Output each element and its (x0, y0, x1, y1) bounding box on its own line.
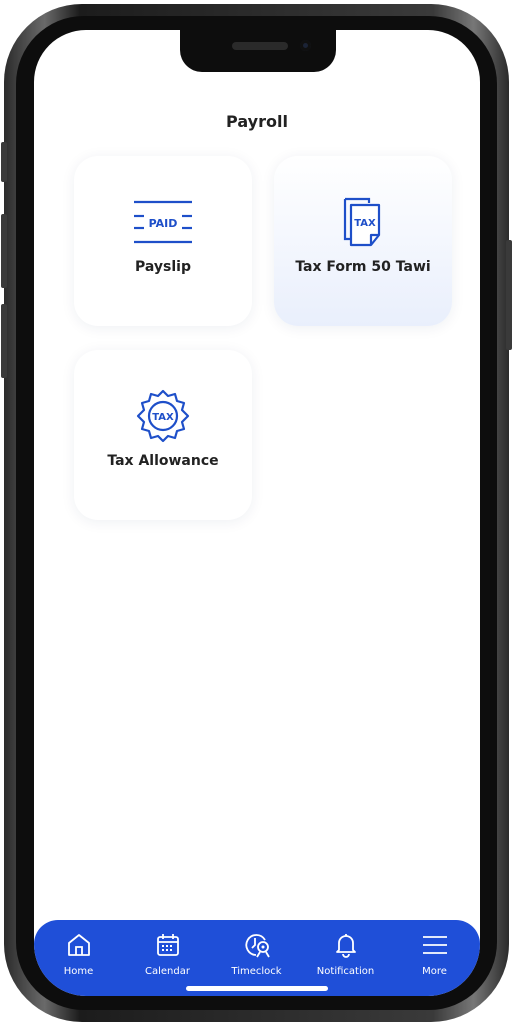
notch (180, 30, 336, 72)
nav-label-calendar: Calendar (145, 966, 190, 977)
home-icon (34, 928, 123, 962)
nav-item-calendar[interactable]: Calendar (123, 928, 212, 988)
tax-allowance-label: Tax Allowance (107, 453, 219, 469)
nav-item-timeclock[interactable]: Timeclock (212, 928, 301, 988)
tax-badge-icon: TAX (74, 388, 252, 444)
front-camera (300, 40, 311, 51)
tax-form-icon-text: TAX (354, 218, 376, 229)
bell-icon (301, 928, 390, 962)
tax-form-50-tawi-card[interactable]: TAX Tax Form 50 Tawi (274, 156, 452, 326)
calendar-icon (123, 928, 212, 962)
side-button-silent (1, 142, 7, 182)
tax-allowance-card[interactable]: TAX Tax Allowance (74, 350, 252, 520)
speaker-grille (232, 42, 288, 50)
tax-form-50-tawi-label: Tax Form 50 Tawi (295, 259, 431, 275)
app-screen: Payroll PAID Payslip TAX Tax Form 50 Taw… (34, 30, 480, 996)
nav-label-more: More (422, 966, 447, 977)
tax-badge-icon-text: TAX (152, 412, 174, 423)
side-button-volume-up (1, 214, 7, 288)
menu-icon (390, 928, 479, 962)
nav-item-more[interactable]: More (390, 928, 479, 988)
payslip-label: Payslip (135, 259, 191, 275)
paid-stamp-icon: PAID (74, 194, 252, 250)
nav-label-timeclock: Timeclock (231, 966, 282, 977)
home-indicator[interactable] (186, 986, 328, 991)
bottom-nav: Home Calendar Timeclock Notification Mor… (34, 920, 480, 996)
tax-form-icon: TAX (274, 194, 452, 250)
side-button-power (506, 240, 512, 350)
nav-label-notification: Notification (316, 966, 375, 977)
nav-item-notification[interactable]: Notification (301, 928, 390, 988)
page-title: Payroll (226, 112, 288, 131)
side-button-volume-down (1, 304, 7, 378)
paid-stamp-text: PAID (149, 217, 178, 230)
timeclock-icon (212, 928, 301, 962)
nav-label-home: Home (63, 966, 94, 977)
payslip-card[interactable]: PAID Payslip (74, 156, 252, 326)
nav-item-home[interactable]: Home (34, 928, 123, 988)
